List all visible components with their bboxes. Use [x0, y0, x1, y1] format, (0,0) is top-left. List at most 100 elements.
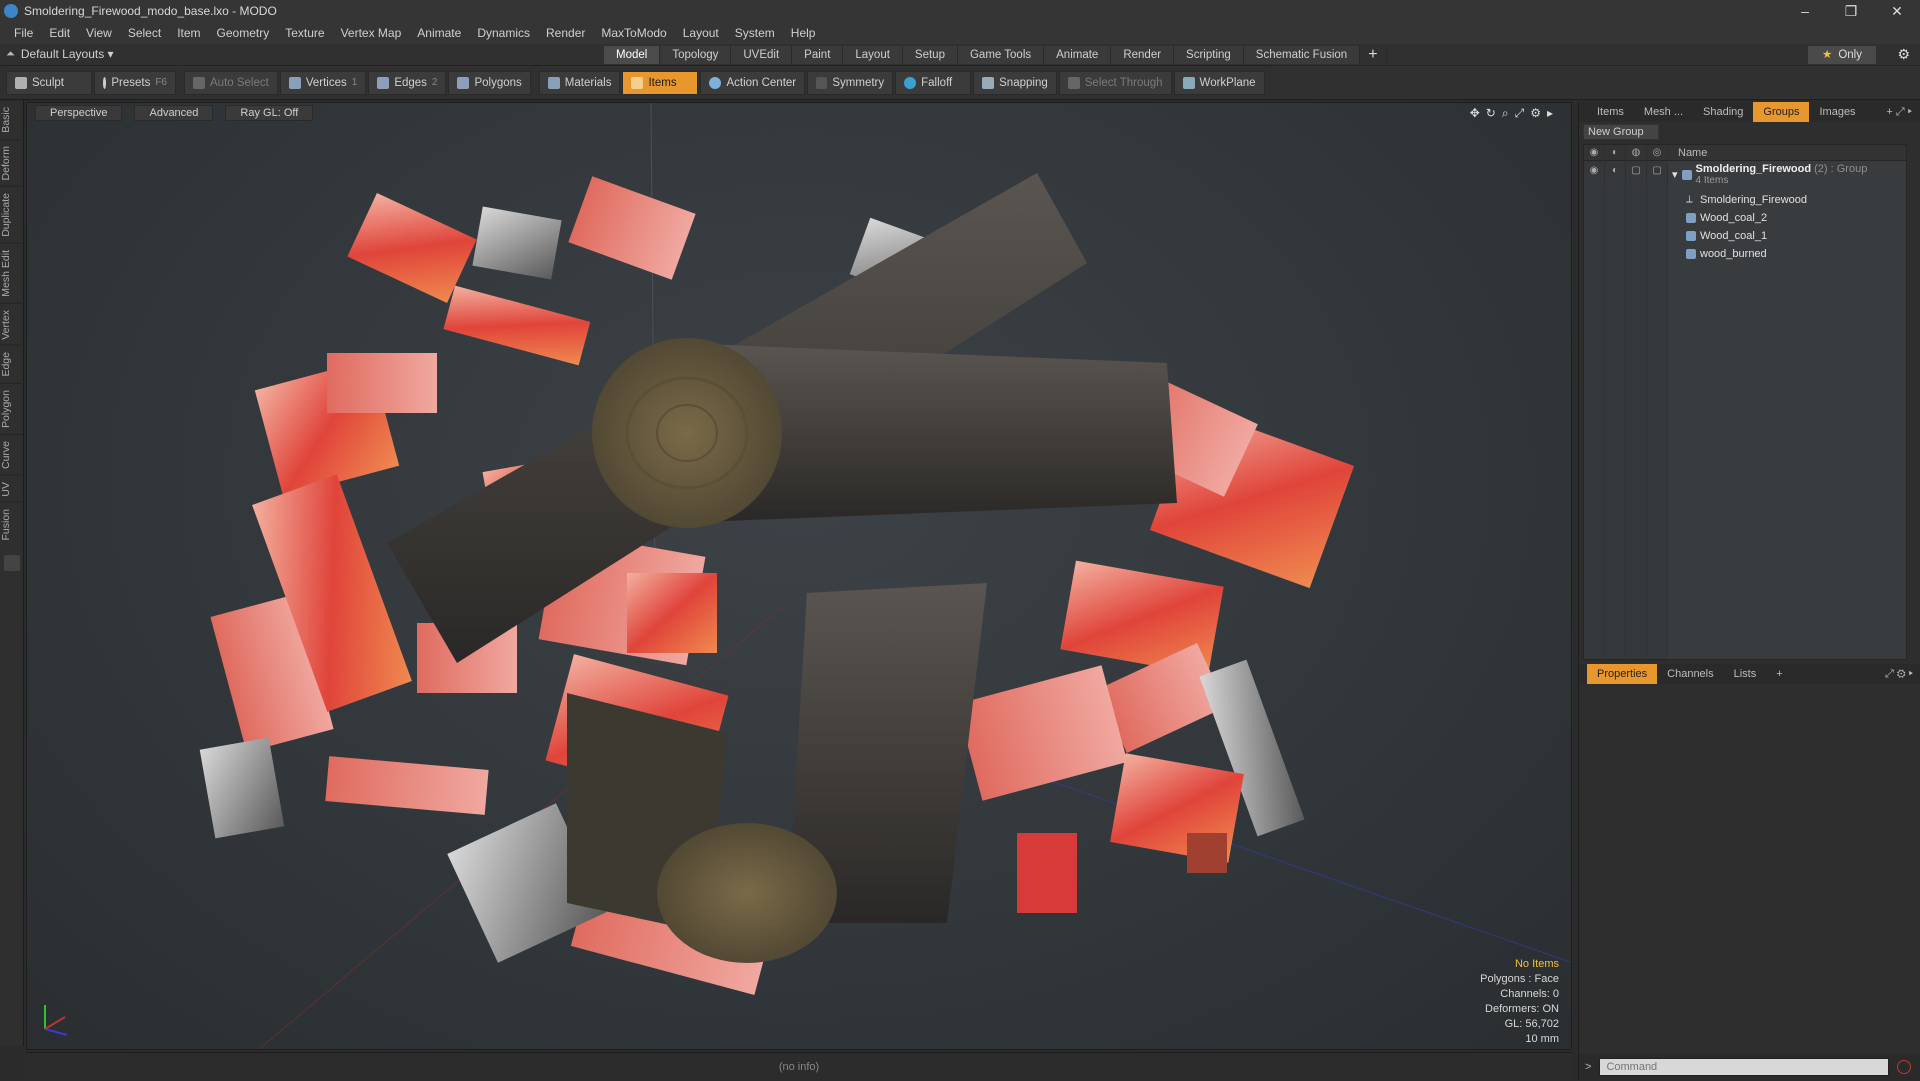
tab-layout[interactable]: Layout [843, 46, 903, 64]
left-tab-polygon[interactable]: Polygon [0, 382, 24, 434]
render-toggle-icon[interactable]: ◐ [1605, 163, 1626, 179]
menu-item[interactable]: Item [169, 26, 208, 40]
pan-icon[interactable]: ✥ [1470, 106, 1480, 121]
workplane-icon [1182, 76, 1195, 89]
play-arrow-icon[interactable]: ▸ [1547, 106, 1553, 121]
menu-animate[interactable]: Animate [409, 26, 469, 40]
menu-help[interactable]: Help [783, 26, 824, 40]
tab-items[interactable]: Items [1587, 102, 1634, 122]
tab-mesh[interactable]: Mesh ... [1634, 102, 1693, 122]
properties-options-icon[interactable]: ⤢ ⚙ ▸ [1875, 664, 1920, 684]
list-item[interactable]: Wood_coal_1 [1584, 227, 1906, 245]
list-item[interactable]: ⟂ Smoldering_Firewood [1584, 191, 1906, 209]
tab-animate[interactable]: Animate [1044, 46, 1112, 64]
left-tab-uv[interactable]: UV [0, 474, 24, 503]
edges-button[interactable]: Edges 2 [368, 70, 447, 95]
new-group-button[interactable]: New Group [1583, 124, 1659, 140]
view-mode-button[interactable]: Perspective [35, 105, 123, 121]
visibility-eye-icon[interactable]: ◉ [1584, 163, 1605, 179]
symmetry-button[interactable]: Symmetry [807, 70, 894, 95]
layouts-dropdown[interactable]: ⏶ Default Layouts ▾ [6, 47, 114, 61]
zoom-icon[interactable]: ⌕ [1502, 106, 1509, 121]
eye-column-icon[interactable]: ◉ [1584, 144, 1605, 161]
menu-file[interactable]: File [6, 26, 41, 40]
add-tab-icon[interactable]: + [1360, 46, 1387, 64]
auto-select-button[interactable]: Auto Select [184, 70, 278, 95]
polygons-button[interactable]: Polygons [448, 70, 531, 95]
falloff-button[interactable]: Falloff [895, 70, 972, 95]
left-tab-curve[interactable]: Curve [0, 433, 24, 475]
close-button[interactable]: ✕ [1874, 0, 1920, 22]
restore-button[interactable]: ❐ [1828, 0, 1874, 22]
group-icon [1681, 169, 1692, 180]
action-center-button[interactable]: Action Center [700, 70, 806, 95]
tab-scripting[interactable]: Scripting [1174, 46, 1244, 64]
add-tab-icon[interactable]: + [1766, 664, 1792, 684]
sculpt-button[interactable]: Sculpt [6, 70, 92, 95]
select-toggle-icon[interactable]: ▢ [1647, 163, 1668, 179]
raygl-button[interactable]: Ray GL: Off [225, 105, 314, 121]
tab-model[interactable]: Model [604, 46, 661, 64]
vertices-button[interactable]: Vertices 1 [279, 70, 367, 95]
gear-icon[interactable]: ⚙ [1897, 46, 1910, 63]
left-tab-mesh-edit[interactable]: Mesh Edit [0, 242, 24, 303]
workplane-button[interactable]: WorkPlane [1173, 70, 1265, 95]
menu-dynamics[interactable]: Dynamics [469, 26, 538, 40]
shading-mode-button[interactable]: Advanced [134, 105, 214, 121]
left-tab-fusion[interactable]: Fusion [0, 502, 24, 547]
settings-icon[interactable]: ⚙ [1530, 106, 1541, 121]
rotate-icon[interactable]: ↻ [1486, 106, 1496, 121]
menu-system[interactable]: System [727, 26, 783, 40]
tab-render[interactable]: Render [1111, 46, 1175, 64]
minimize-button[interactable]: – [1782, 0, 1828, 22]
tab-paint[interactable]: Paint [792, 46, 844, 64]
strip-toggle-icon[interactable] [4, 554, 20, 571]
menu-texture[interactable]: Texture [277, 26, 332, 40]
materials-button[interactable]: Materials [538, 70, 621, 95]
expand-arrow-icon[interactable]: ▾ [1672, 168, 1678, 181]
command-clear-icon[interactable] [1897, 1060, 1912, 1074]
menu-select[interactable]: Select [120, 26, 169, 40]
presets-button[interactable]: Presets F6 [94, 70, 176, 95]
list-item[interactable]: Wood_coal_2 [1584, 209, 1906, 227]
tab-topology[interactable]: Topology [660, 46, 732, 64]
fit-icon[interactable]: ⤢ [1515, 106, 1525, 121]
only-button[interactable]: ★ Only [1808, 46, 1876, 64]
tab-images[interactable]: Images [1809, 102, 1865, 122]
menu-render[interactable]: Render [538, 26, 593, 40]
menu-geometry[interactable]: Geometry [209, 26, 278, 40]
left-tab-deform[interactable]: Deform [0, 138, 24, 187]
menu-view[interactable]: View [78, 26, 120, 40]
tab-channels[interactable]: Channels [1657, 664, 1723, 684]
left-tab-edge[interactable]: Edge [0, 345, 24, 383]
tab-game-tools[interactable]: Game Tools [957, 46, 1045, 64]
tab-uvedit[interactable]: UVEdit [731, 46, 793, 64]
command-input[interactable] [1599, 1058, 1890, 1076]
list-item[interactable]: wood_burned [1584, 245, 1906, 263]
command-arrow-icon[interactable]: > [1585, 1061, 1591, 1073]
3d-viewport[interactable]: Perspective Advanced Ray GL: Off ✥ ↻ ⌕ ⤢… [26, 102, 1572, 1050]
left-tab-basic[interactable]: Basic [0, 100, 24, 139]
tab-lists[interactable]: Lists [1724, 664, 1767, 684]
snapping-button[interactable]: Snapping [973, 70, 1057, 95]
lock-toggle-icon[interactable]: ▢ [1626, 163, 1647, 179]
tab-properties[interactable]: Properties [1587, 664, 1658, 684]
tab-setup[interactable]: Setup [902, 46, 958, 64]
collapse-icon[interactable]: ⏶ [6, 48, 15, 61]
left-tab-vertex[interactable]: Vertex [0, 302, 24, 346]
render-column-icon[interactable]: ◐ [1605, 144, 1626, 161]
select-column-icon[interactable]: ◎ [1647, 144, 1668, 161]
left-tab-duplicate[interactable]: Duplicate [0, 186, 24, 243]
menu-edit[interactable]: Edit [41, 26, 78, 40]
menu-maxtomodo[interactable]: MaxToModo [593, 26, 674, 40]
menu-layout[interactable]: Layout [675, 26, 727, 40]
lock-column-icon[interactable]: ◍ [1626, 144, 1647, 161]
panel-add-icon[interactable]: + ⤢ ▸ [1876, 102, 1920, 122]
items-button[interactable]: Items [622, 70, 699, 95]
select-through-button[interactable]: Select Through [1058, 70, 1172, 95]
tab-groups[interactable]: Groups [1753, 102, 1810, 122]
menu-vertex-map[interactable]: Vertex Map [333, 26, 410, 40]
tab-schematic-fusion[interactable]: Schematic Fusion [1243, 46, 1361, 64]
tab-shading[interactable]: Shading [1693, 102, 1753, 122]
group-row[interactable]: ◉ ◐ ▢ ▢ ▾ Smoldering_Firewood (2) : Group 4 … [1584, 161, 1906, 191]
